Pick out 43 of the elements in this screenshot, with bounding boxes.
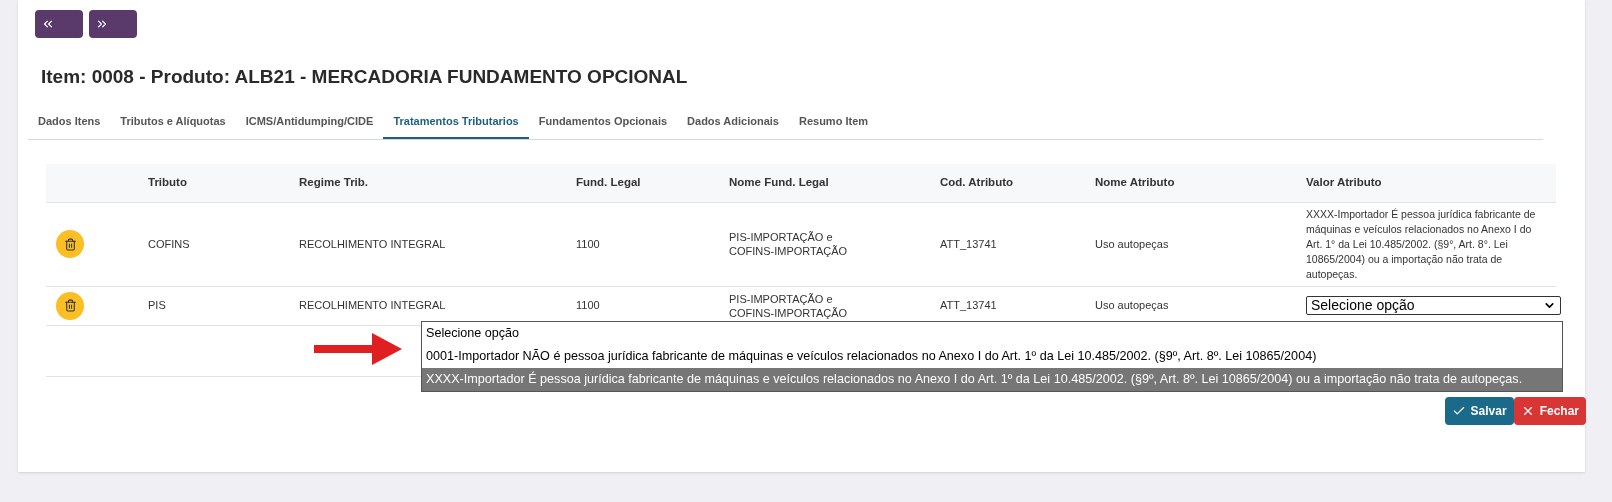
next-button[interactable]	[89, 10, 137, 38]
table-cell-text: Uso autopeças	[1094, 236, 1170, 252]
tab[interactable]: ICMS/Antidumping/CIDE	[235, 106, 384, 139]
column-header: Regime Trib.	[298, 174, 370, 190]
save-button[interactable]: Salvar	[1444, 396, 1514, 425]
double-chevron-left-icon	[41, 17, 55, 31]
table-cell-text: PIS-IMPORTAÇÃO e COFINS-IMPORTAÇÃO	[728, 291, 849, 320]
column-header: Nome Fund. Legal	[728, 174, 830, 190]
tab[interactable]: Tratamentos Tributarios	[383, 106, 529, 139]
table-cell-text: RECOLHIMENTO INTEGRAL	[298, 298, 447, 314]
column-header: Fund. Legal	[575, 174, 642, 190]
table-cell-text: XXXX-Importador É pessoa jurídica fabricante de máquinas e veículos relacionados no Anexo I do Art. 1° da Lei 10.485/2002. (§9°, Art. 8°. Lei 10865/2004) ou a importação não trata de autopeças.	[1305, 206, 1537, 282]
table-cell-text: RECOLHIMENTO INTEGRAL	[298, 236, 447, 252]
tab[interactable]: Dados Itens	[28, 106, 111, 139]
select-field[interactable]: Selecione opção	[1306, 296, 1561, 315]
delete-button[interactable]	[56, 291, 84, 320]
tab[interactable]: Fundamentos Opcionais	[528, 106, 678, 139]
tab[interactable]: Tributos e Alíquotas	[110, 106, 236, 139]
table-cell-text: ATT_13741	[939, 236, 998, 252]
column-header: Valor Atributo	[1305, 174, 1383, 190]
table-cell-text: 1100	[575, 236, 601, 252]
column-header: Cod. Atributo	[939, 174, 1015, 190]
table-cell-text: Uso autopeças	[1094, 298, 1170, 314]
previous-button[interactable]	[35, 10, 83, 38]
close-button[interactable]: Fechar	[1513, 396, 1586, 425]
trash-icon	[63, 299, 77, 312]
table-cell-text: ATT_13741	[939, 298, 998, 314]
tab[interactable]: Dados Adicionais	[677, 106, 789, 139]
double-chevron-right-icon	[95, 17, 109, 31]
trash-icon	[63, 237, 77, 251]
table-cell-text: PIS	[147, 298, 167, 314]
tab[interactable]: Resumo Item	[788, 106, 879, 139]
delete-button[interactable]	[56, 230, 84, 258]
page-title: Item: 0008 - Produto: ALB21 - MERCADORIA FUNDAMENTO OPCIONAL	[41, 65, 688, 89]
table-cell-text: 1100	[575, 298, 601, 314]
arrow-icon	[314, 330, 402, 367]
column-header: Tributo	[147, 174, 188, 190]
table-cell-text: COFINS	[147, 236, 191, 252]
dropdown-option[interactable]: 0001-Importador NÃO é pessoa jurídica fabricante de máquinas e veículos relacionados no Anexo I do Art. 1º da Lei 10.485/2002. (§9º, Art. 8º. Lei 10865/2004)	[422, 344, 1562, 368]
dropdown-option[interactable]: Selecione opção	[422, 321, 1562, 345]
table-cell-text: PIS-IMPORTAÇÃO e COFINS-IMPORTAÇÃO	[728, 230, 849, 258]
column-header: Nome Atributo	[1094, 174, 1176, 190]
dropdown-option[interactable]: XXXX-Importador É pessoa jurídica fabricante de máquinas e veículos relacionados no Anexo I do Art. 1º da Lei 10.485/2002. (§9º, Art. 8º. Lei 10865/2004) ou a importação não trata de autopeças.	[422, 367, 1562, 391]
